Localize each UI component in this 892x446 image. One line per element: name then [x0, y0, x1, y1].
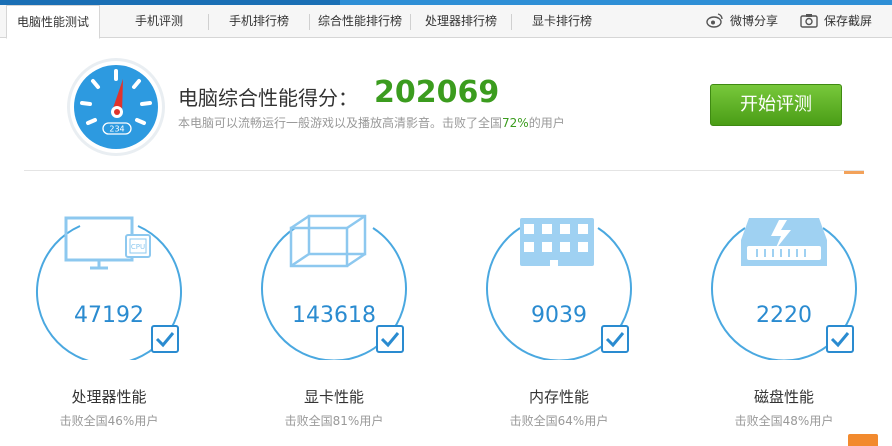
disk-performance-card: 2220 磁盘性能 击败全国48%用户: [709, 210, 859, 446]
disk-label: 磁盘性能: [753, 388, 814, 406]
save-screenshot-button[interactable]: 保存截屏: [800, 5, 872, 38]
checkbox-checked-icon: [376, 325, 404, 353]
tab-phone-review[interactable]: 手机评测: [110, 5, 208, 38]
tab-phone-ranking[interactable]: 手机排行榜: [209, 5, 309, 38]
corner-badge: [848, 434, 878, 446]
weibo-icon: [706, 13, 723, 28]
memory-performance-card: 9039 内存性能 击败全国64%用户: [484, 210, 634, 446]
checkbox-checked-icon: [601, 325, 629, 353]
memory-beat-rate: 击败全国64%用户: [509, 414, 609, 428]
score-description: 本电脑可以流畅运行一般游戏以及播放高清影音。击败了全国72%的用户: [178, 114, 565, 131]
start-benchmark-button[interactable]: 开始评测: [710, 84, 842, 126]
score-value: 202069: [374, 75, 500, 110]
save-screenshot-label: 保存截屏: [824, 14, 873, 28]
score-desc-prefix: 本电脑可以流畅运行一般游戏以及播放高清影音。击败了全国: [178, 116, 503, 130]
cpu-performance-card: CPU 47192 处理器性能 击败全国46%用户: [34, 210, 184, 446]
score-title: 电脑综合性能得分：: [178, 86, 358, 110]
tab-gpu-ranking[interactable]: 显卡排行榜: [512, 5, 612, 38]
tab-pc-performance-test[interactable]: 电脑性能测试: [6, 5, 100, 39]
gpu-beat-rate: 击败全国81%用户: [284, 414, 384, 428]
tab-overall-ranking[interactable]: 综合性能排行榜: [310, 5, 410, 38]
score-desc-suffix: 的用户: [528, 116, 565, 130]
weibo-share-label: 微博分享: [730, 14, 779, 28]
score-desc-percent: 72%: [502, 116, 529, 130]
tab-processor-ranking[interactable]: 处理器排行榜: [411, 5, 511, 38]
section-divider: [24, 170, 864, 171]
speedometer-icon: 234: [67, 58, 165, 156]
gauge-display: 234: [109, 125, 124, 134]
cpu-beat-rate: 击败全国46%用户: [59, 414, 159, 428]
checkbox-checked-icon: [826, 325, 854, 353]
divider-corner-marker: [844, 171, 864, 174]
checkbox-checked-icon: [151, 325, 179, 353]
gpu-label: 显卡性能: [303, 388, 364, 406]
camera-icon: [800, 13, 818, 28]
gpu-performance-card: 143618 显卡性能 击败全国81%用户: [259, 210, 409, 446]
memory-label: 内存性能: [528, 388, 589, 406]
cpu-label: 处理器性能: [71, 388, 147, 406]
svg-text:CPU: CPU: [131, 243, 145, 251]
disk-beat-rate: 击败全国48%用户: [734, 414, 834, 428]
weibo-share-button[interactable]: 微博分享: [706, 5, 778, 38]
